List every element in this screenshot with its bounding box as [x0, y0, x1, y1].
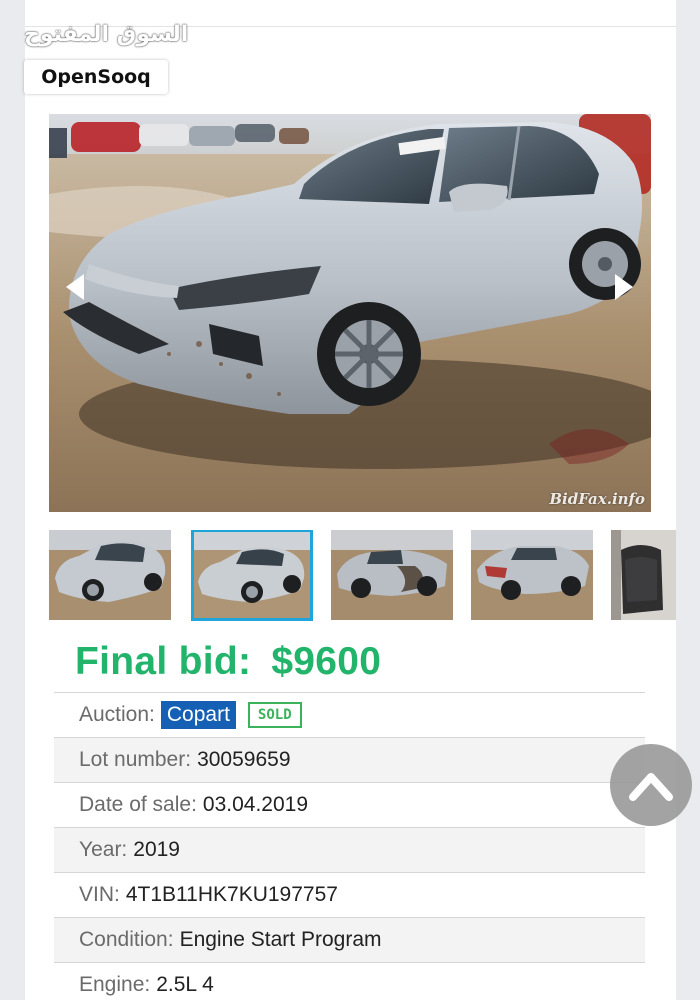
- final-bid: Final bid: $9600: [75, 640, 381, 684]
- final-bid-price: $9600: [271, 640, 382, 683]
- main-car-photo[interactable]: BidFax.info: [49, 114, 651, 512]
- watermark-brand: OpenSooq: [24, 60, 168, 94]
- row-label: Auction:: [79, 703, 155, 726]
- row-label: VIN:: [79, 883, 120, 906]
- row-date-of-sale: Date of sale: 03.04.2019: [54, 782, 645, 827]
- watermark-arabic: السوق المفتوح: [24, 22, 189, 47]
- row-value: 2019: [133, 838, 180, 861]
- row-label: Condition:: [79, 928, 174, 951]
- row-value: 4T1B11HK7KU197757: [125, 883, 338, 906]
- row-auction: Auction: Copart SOLD: [54, 692, 645, 737]
- chevron-right-icon[interactable]: [615, 274, 633, 300]
- row-condition: Condition: Engine Start Program: [54, 917, 645, 962]
- scroll-to-top-button[interactable]: [610, 744, 692, 826]
- listing-details-table: Auction: Copart SOLD Lot number: 3005965…: [54, 692, 645, 1000]
- row-year: Year: 2019: [54, 827, 645, 872]
- thumbnail[interactable]: [611, 530, 676, 620]
- sold-badge: SOLD: [247, 702, 302, 728]
- final-bid-label: Final bid:: [75, 640, 252, 683]
- thumbnail-active[interactable]: [191, 530, 313, 621]
- expand-icon[interactable]: [605, 76, 633, 104]
- thumbnail[interactable]: [471, 530, 593, 620]
- row-value: 30059659: [197, 748, 291, 771]
- row-label: Lot number:: [79, 748, 192, 771]
- row-engine: Engine: 2.5L 4: [54, 962, 645, 1000]
- thumbnail[interactable]: [331, 530, 453, 620]
- row-value: Engine Start Program: [179, 928, 382, 951]
- row-vin: VIN: 4T1B11HK7KU197757: [54, 872, 645, 917]
- row-label: Date of sale:: [79, 793, 197, 816]
- row-value: 03.04.2019: [202, 793, 309, 816]
- photo-watermark: BidFax.info: [549, 490, 645, 508]
- listing-page: BidFax.info Final bid: $9600 Auction: Co…: [25, 0, 676, 1000]
- row-label: Engine:: [79, 973, 151, 996]
- thumbnail-strip: [49, 530, 676, 622]
- row-label: Year:: [79, 838, 128, 861]
- chevron-up-icon: [629, 773, 673, 801]
- thumbnail[interactable]: [49, 530, 171, 620]
- auction-badge[interactable]: Copart: [160, 701, 236, 729]
- chevron-left-icon[interactable]: [66, 274, 84, 300]
- row-lot-number: Lot number: 30059659: [54, 737, 645, 782]
- row-value: 2.5L 4: [156, 973, 214, 996]
